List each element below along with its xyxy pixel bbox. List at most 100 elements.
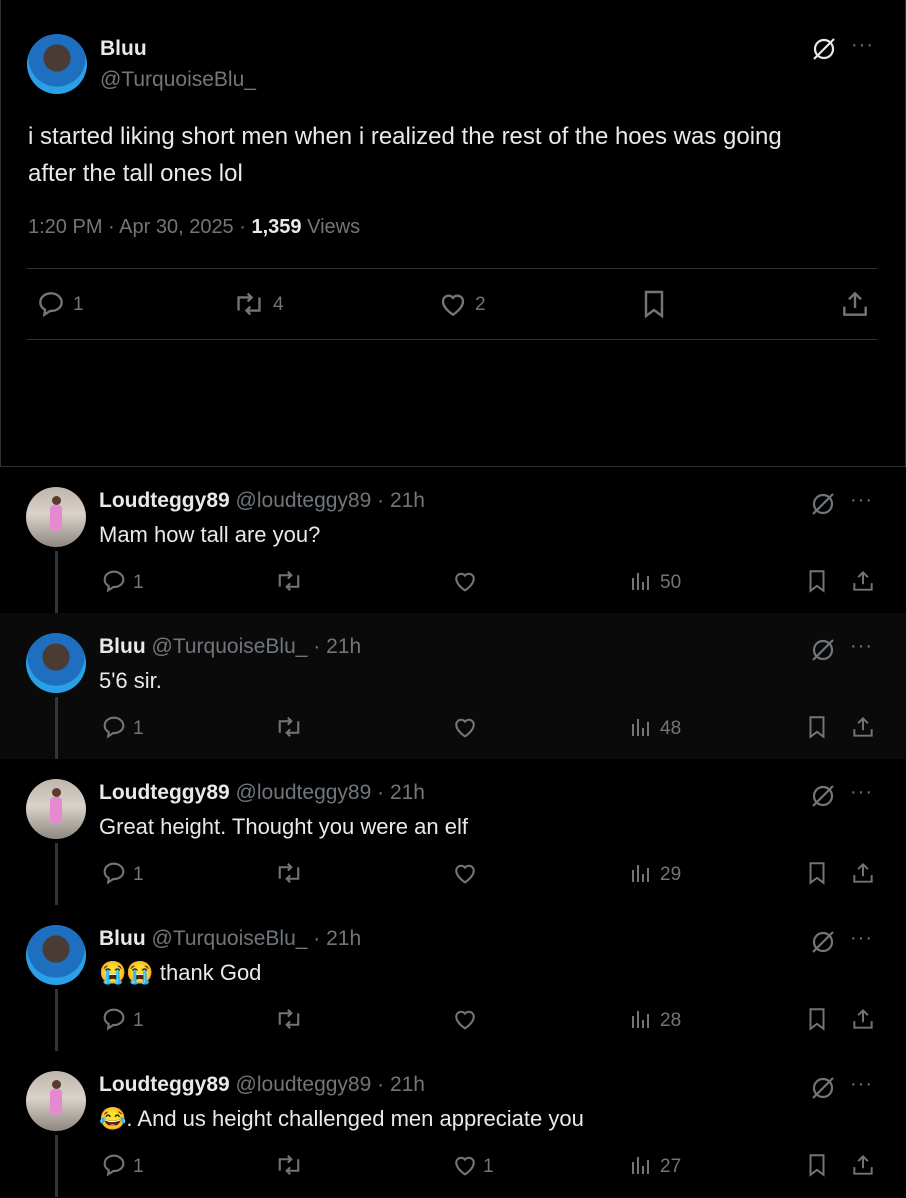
views-button[interactable] (629, 569, 653, 593)
reply-button[interactable] (100, 713, 128, 741)
avatar[interactable] (27, 34, 87, 94)
repost-count: 4 (273, 294, 284, 315)
thread-line (55, 697, 58, 759)
views-label: Views (301, 216, 361, 238)
reply-icon (39, 292, 63, 318)
views-button[interactable] (629, 1153, 653, 1177)
like-button[interactable] (451, 859, 479, 887)
author-handle[interactable]: @loudteggy89 · 21h (236, 1073, 425, 1096)
author-name[interactable]: Loudteggy89 (99, 489, 230, 512)
reply-text: 😭😭 thank God (99, 960, 262, 985)
repost-button[interactable] (232, 288, 266, 320)
avatar[interactable] (26, 779, 86, 839)
author-handle[interactable]: @TurquoiseBlu_ · 21h (152, 635, 362, 658)
reply-icon (103, 570, 125, 593)
share-button[interactable] (850, 859, 876, 887)
tweet-timestamp[interactable]: 1:20 PM · Apr 30, 2025 · (28, 216, 251, 238)
reply-button[interactable] (100, 567, 128, 595)
repost-icon (278, 1155, 300, 1175)
share-icon (853, 716, 873, 737)
reply-button[interactable] (100, 859, 128, 887)
like-button[interactable] (451, 1005, 479, 1033)
reply-header: Loudteggy89 @loudteggy89 · 21h (99, 489, 425, 513)
author-handle[interactable]: @TurquoiseBlu_ (100, 68, 256, 92)
like-button[interactable] (451, 1151, 479, 1179)
author-handle[interactable]: @loudteggy89 · 21h (236, 781, 425, 804)
reply-header: Bluu @TurquoiseBlu_ · 21h (99, 927, 361, 951)
more-icon[interactable]: ··· (850, 489, 873, 512)
reply-tweet[interactable]: Bluu @TurquoiseBlu_ · 21h ··· 5'6 sir. 1… (0, 613, 906, 759)
avatar[interactable] (26, 1071, 86, 1131)
more-icon[interactable]: ··· (850, 1073, 873, 1096)
share-button[interactable] (850, 713, 876, 741)
bookmark-button[interactable] (804, 713, 830, 741)
grok-icon[interactable] (810, 783, 836, 809)
views-icon (632, 719, 649, 736)
views-icon (632, 573, 649, 590)
bookmark-button[interactable] (638, 288, 670, 320)
like-icon (455, 864, 475, 884)
repost-button[interactable] (274, 1151, 304, 1179)
like-button[interactable] (451, 567, 479, 595)
author-handle[interactable]: @loudteggy89 · 21h (236, 489, 425, 512)
reply-text: 😂. And us height challenged men apprecia… (99, 1106, 584, 1131)
views-button[interactable] (629, 715, 653, 739)
grok-icon[interactable] (810, 637, 836, 663)
repost-icon (278, 571, 300, 591)
more-icon[interactable]: ··· (850, 781, 873, 804)
views-button[interactable] (629, 861, 653, 885)
views-icon (632, 1011, 649, 1028)
views-button[interactable] (629, 1007, 653, 1031)
grok-icon[interactable] (810, 929, 836, 955)
views-icon (632, 1157, 649, 1174)
repost-button[interactable] (274, 1005, 304, 1033)
reply-tweet[interactable]: Bluu @TurquoiseBlu_ · 21h ··· 😭😭 thank G… (0, 905, 906, 1051)
avatar[interactable] (26, 487, 86, 547)
reply-icon (103, 716, 125, 739)
bookmark-button[interactable] (804, 567, 830, 595)
bookmark-button[interactable] (804, 1005, 830, 1033)
reply-tweet[interactable]: Loudteggy89 @loudteggy89 · 21h ··· Mam h… (0, 467, 906, 613)
author-handle[interactable]: @TurquoiseBlu_ · 21h (152, 927, 362, 950)
reply-button[interactable] (100, 1151, 128, 1179)
share-button[interactable] (850, 567, 876, 595)
like-icon (455, 1156, 475, 1176)
share-button[interactable] (850, 1151, 876, 1179)
reply-header: Loudteggy89 @loudteggy89 · 21h (99, 781, 425, 805)
grok-icon[interactable] (811, 36, 837, 62)
share-button[interactable] (839, 288, 871, 320)
reply-button[interactable] (35, 288, 67, 320)
bookmark-button[interactable] (804, 1151, 830, 1179)
repost-button[interactable] (274, 859, 304, 887)
bookmark-icon (809, 570, 825, 593)
author-name[interactable]: Loudteggy89 (99, 1073, 230, 1096)
reply-button[interactable] (100, 1005, 128, 1033)
reply-text: 5'6 sir. (99, 668, 162, 693)
avatar[interactable] (26, 925, 86, 985)
author-name[interactable]: Bluu (100, 37, 147, 61)
share-button[interactable] (850, 1005, 876, 1033)
author-name[interactable]: Bluu (99, 927, 146, 950)
bookmark-icon (809, 1154, 825, 1177)
author-name[interactable]: Loudteggy89 (99, 781, 230, 804)
like-count: 2 (475, 294, 486, 315)
grok-icon[interactable] (810, 1075, 836, 1101)
more-icon[interactable]: ··· (851, 34, 874, 57)
share-icon (843, 291, 867, 316)
thread-line (55, 989, 58, 1051)
reply-tweet[interactable]: Loudteggy89 @loudteggy89 · 21h ··· 😂. An… (0, 1051, 906, 1197)
avatar[interactable] (26, 633, 86, 693)
like-button[interactable] (451, 713, 479, 741)
repost-button[interactable] (274, 567, 304, 595)
thread-line (55, 1135, 58, 1197)
like-button[interactable] (437, 288, 469, 320)
more-icon[interactable]: ··· (850, 927, 873, 950)
author-name[interactable]: Bluu (99, 635, 146, 658)
repost-icon (278, 1009, 300, 1029)
more-icon[interactable]: ··· (850, 635, 873, 658)
bookmark-button[interactable] (804, 859, 830, 887)
grok-icon[interactable] (810, 491, 836, 517)
views-count: 50 (660, 572, 682, 593)
reply-tweet[interactable]: Loudteggy89 @loudteggy89 · 21h ··· Great… (0, 759, 906, 905)
repost-button[interactable] (274, 713, 304, 741)
